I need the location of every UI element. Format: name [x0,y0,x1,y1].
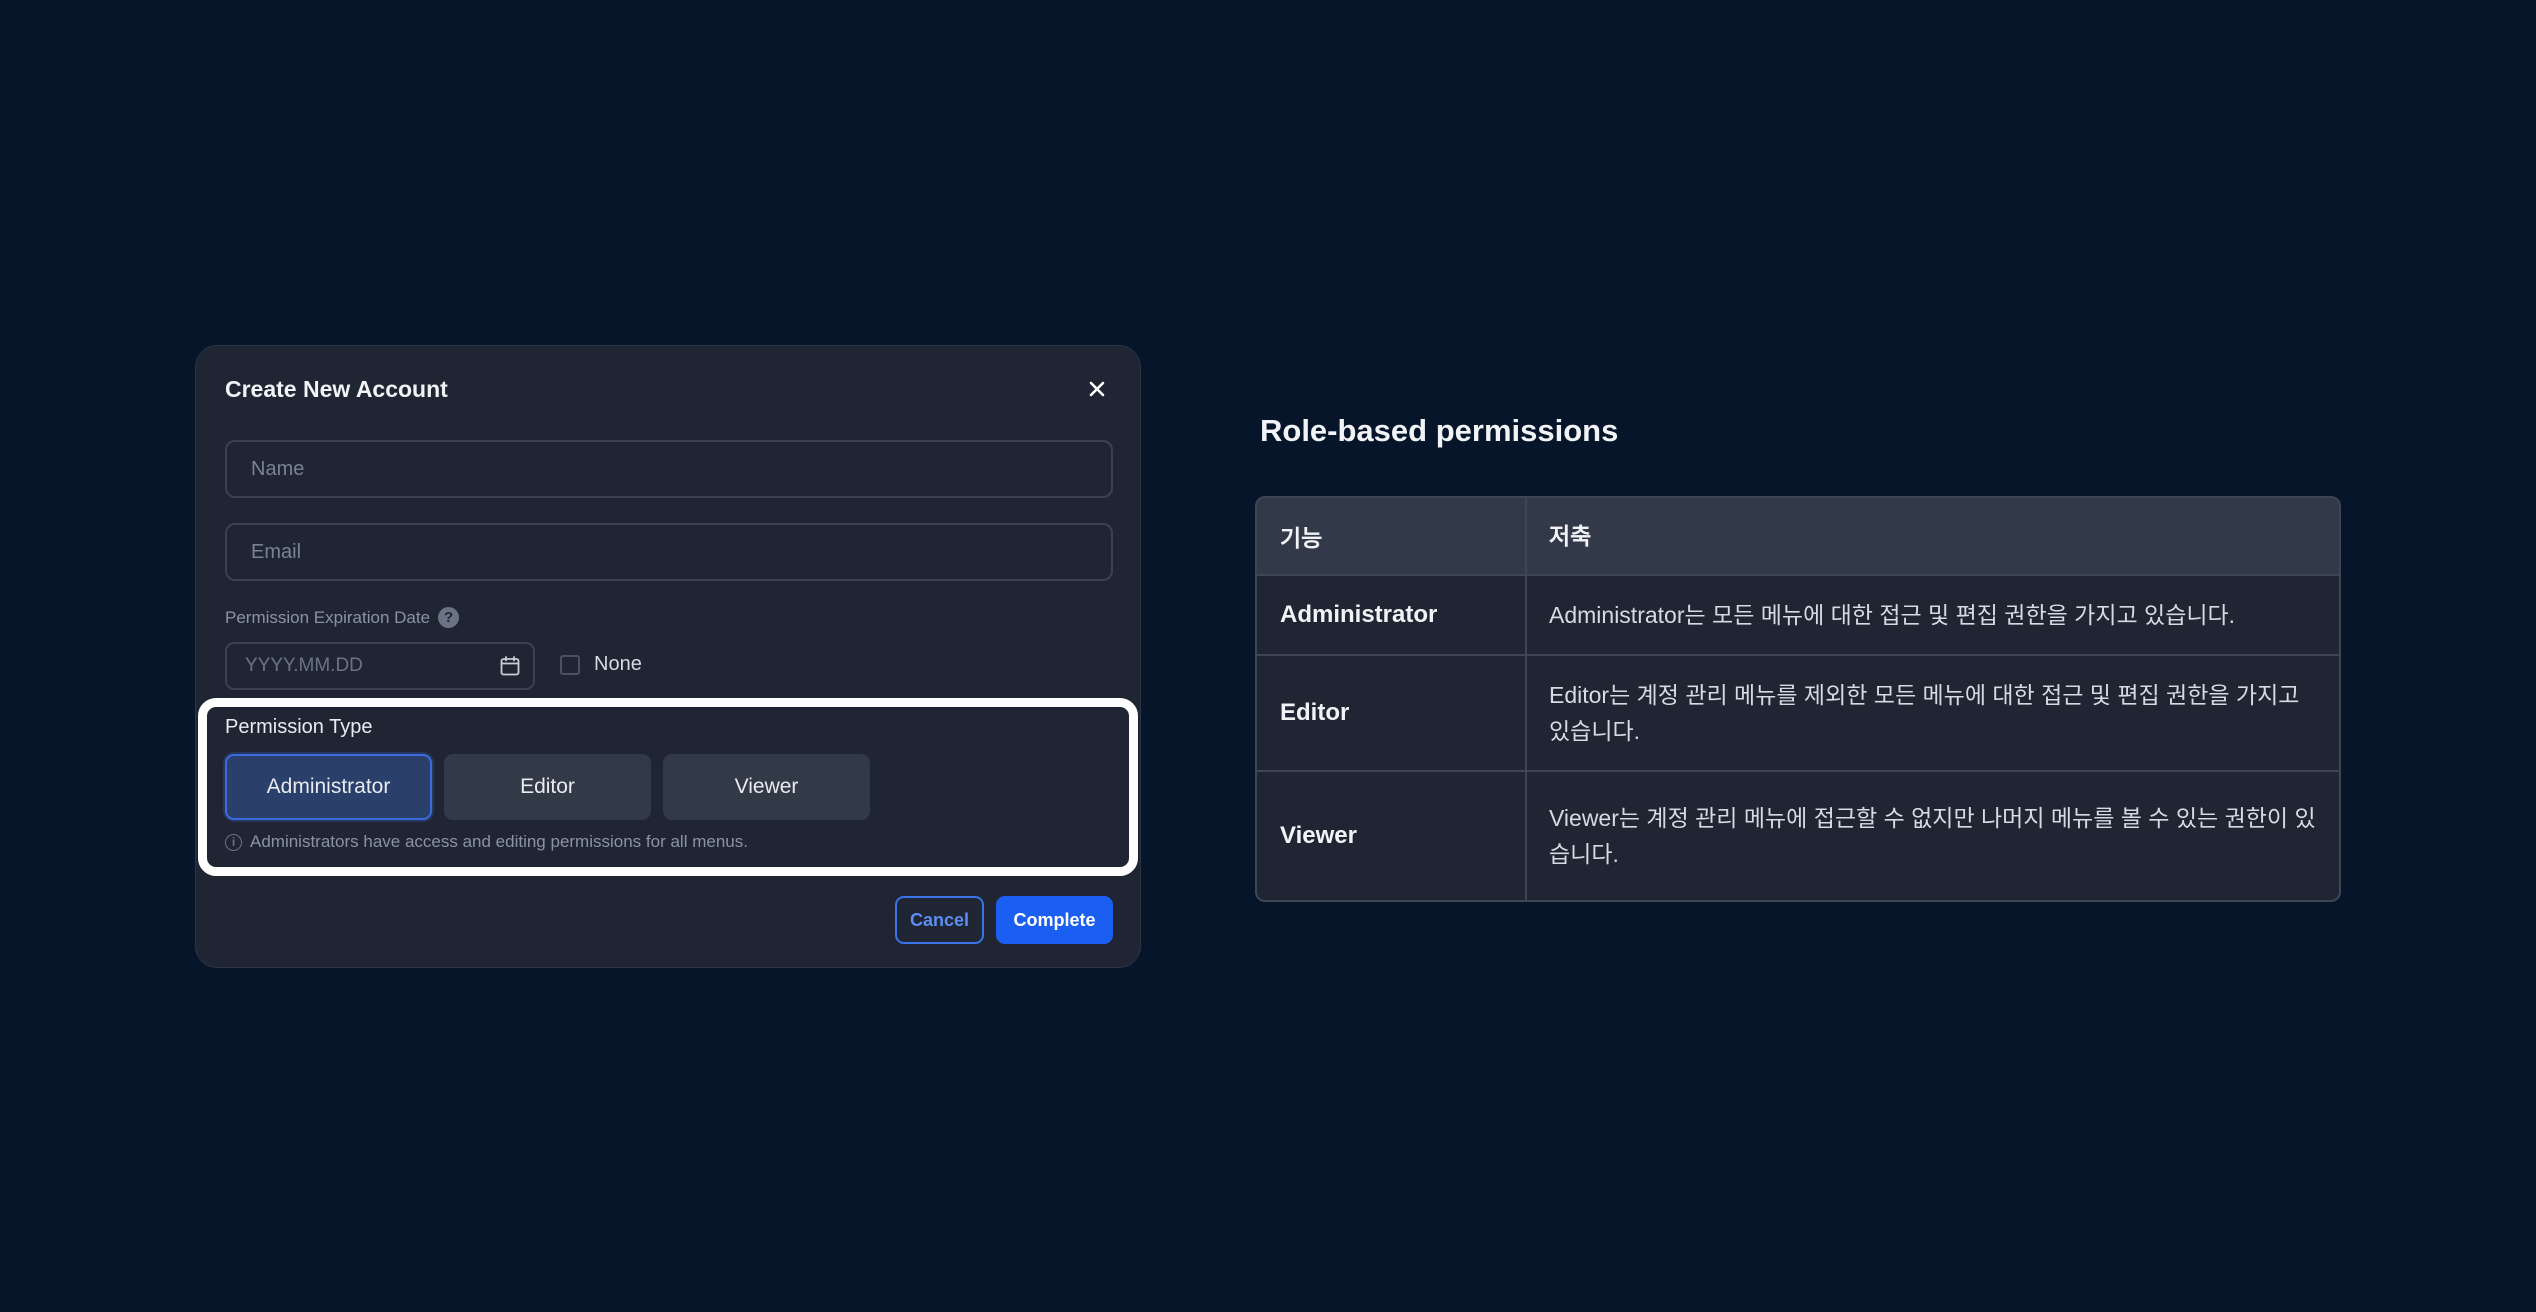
info-icon: i [225,833,242,851]
date-input[interactable] [243,654,499,678]
name-input[interactable] [249,456,1111,482]
permissions-table: 기능 저축 Administrator Administrator는 모든 메뉴… [1255,496,2341,902]
role-administrator: Administrator [1257,576,1527,654]
table-row: Editor Editor는 계정 관리 메뉴를 제외한 모든 메뉴에 대한 접… [1257,654,2339,770]
table-row: Administrator Administrator는 모든 메뉴에 대한 접… [1257,574,2339,654]
permission-hint-text: Administrators have access and editing p… [250,832,748,851]
role-administrator-description: Administrator는 모든 메뉴에 대한 접근 및 편집 권한을 가지고… [1549,602,2236,628]
permission-type-label: Permission Type [225,716,373,738]
permission-hint: i Administrators have access and editing… [225,832,748,852]
expiration-label-text: Permission Expiration Date [225,607,431,627]
create-account-modal: Create New Account Permission Expiration… [195,345,1141,968]
close-button[interactable] [1082,374,1112,404]
role-editor-description: Editor는 계정 관리 메뉴를 제외한 모든 메뉴에 대한 접근 및 편집 … [1549,682,2300,744]
calendar-icon[interactable] [499,655,521,677]
permission-viewer-button[interactable]: Viewer [663,754,870,820]
role-viewer: Viewer [1257,772,1527,900]
permission-administrator-button[interactable]: Administrator [225,754,432,820]
help-icon[interactable]: ? [438,607,460,628]
complete-button[interactable]: Complete [996,896,1113,944]
close-icon [1089,381,1105,397]
none-checkbox-wrapper[interactable]: None [560,653,642,676]
table-row: Viewer Viewer는 계정 관리 메뉴에 접근할 수 없지만 나머지 메… [1257,770,2339,900]
name-field[interactable] [225,440,1113,498]
role-editor: Editor [1257,656,1527,770]
header-description: 저축 [1549,523,1592,549]
none-label: None [594,653,642,675]
expiration-date-label: Permission Expiration Date ? [225,607,460,628]
modal-title: Create New Account [225,376,448,402]
permissions-heading: Role-based permissions [1260,413,1619,448]
header-feature: 기능 [1257,498,1527,574]
expiration-date-field[interactable] [225,642,535,690]
cancel-button[interactable]: Cancel [895,896,984,944]
none-checkbox[interactable] [560,654,580,675]
email-input[interactable] [249,539,1111,565]
table-header: 기능 저축 [1257,498,2339,574]
role-viewer-description: Viewer는 계정 관리 메뉴에 접근할 수 없지만 나머지 메뉴를 볼 수 … [1549,805,2316,867]
permission-editor-button[interactable]: Editor [444,754,651,820]
email-field[interactable] [225,523,1113,581]
